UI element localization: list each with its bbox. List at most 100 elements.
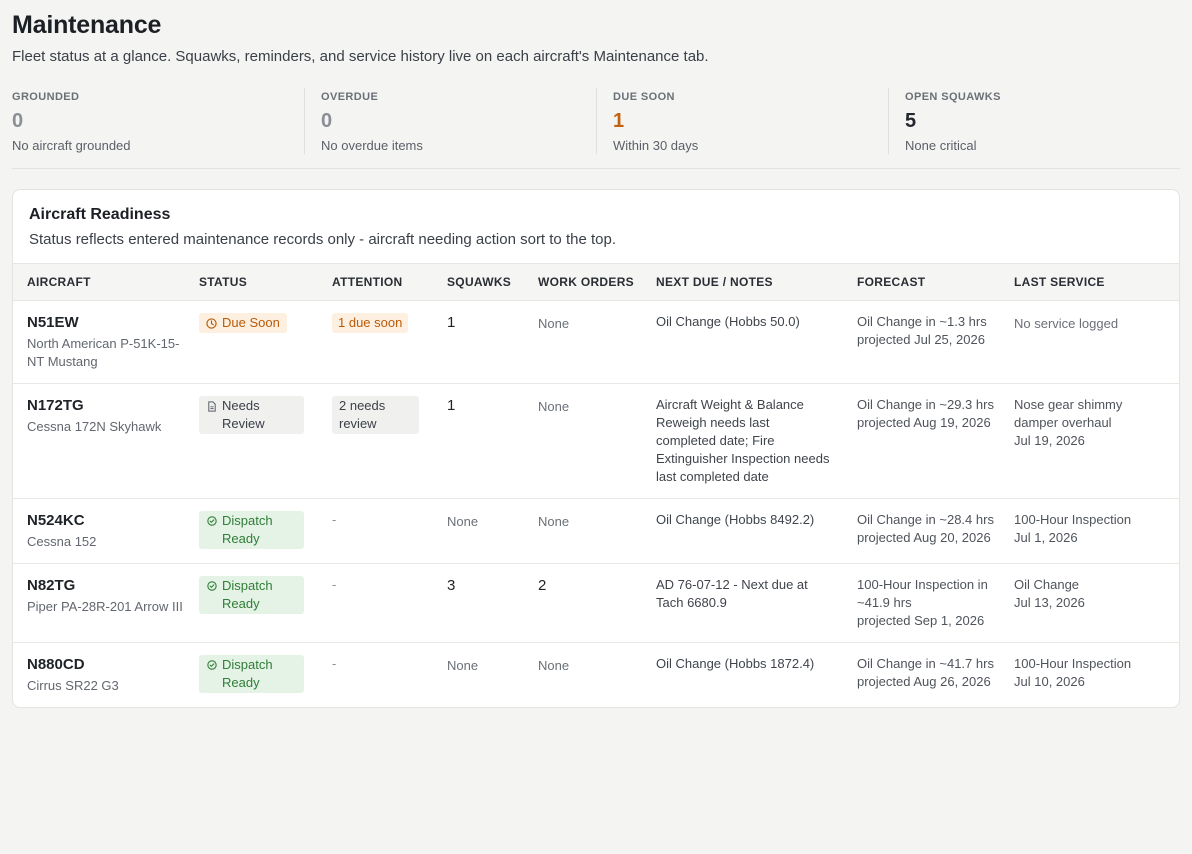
- stat-value: 1: [613, 110, 625, 132]
- work-order-value: None: [538, 399, 570, 414]
- squawk-count: 3: [447, 577, 456, 594]
- aircraft-cell: N51EW North American P-51K-15-NT Mustang: [13, 300, 199, 384]
- stat-caption: No aircraft grounded: [12, 138, 131, 153]
- check-circle-icon: [207, 581, 217, 591]
- last-service-date: Jul 10, 2026: [1014, 674, 1085, 689]
- aircraft-model: Cessna 172N Skyhawk: [27, 419, 162, 434]
- stat-value: 0: [321, 110, 333, 132]
- work-order-value: None: [538, 514, 570, 529]
- status-cell: Dispatch Ready: [199, 563, 332, 643]
- status-label: Needs Review: [222, 398, 265, 431]
- last-service-cell: Oil Change Jul 13, 2026: [1014, 563, 1179, 643]
- forecast-date: projected Aug 19, 2026: [857, 415, 991, 430]
- attention-empty: -: [332, 577, 337, 592]
- work-orders-cell: None: [538, 300, 656, 384]
- column-header-work-orders[interactable]: WORK ORDERS: [538, 263, 656, 301]
- stat-overdue: OVERDUE 0 No overdue items: [304, 88, 596, 154]
- table-row[interactable]: N524KC Cessna 152 Dispatch Ready - None …: [13, 498, 1179, 564]
- last-service-text: 100-Hour Inspection: [1014, 512, 1132, 527]
- aircraft-registration[interactable]: N880CD: [27, 655, 199, 675]
- readiness-table: AIRCRAFT STATUS ATTENTION SQUAWKS WORK O…: [13, 263, 1179, 708]
- status-badge: Dispatch Ready: [199, 511, 304, 549]
- squawk-count: 1: [447, 314, 456, 331]
- aircraft-model: Cessna 152: [27, 534, 97, 549]
- work-order-value: 2: [538, 577, 547, 594]
- page-subtitle: Fleet status at a glance. Squawks, remin…: [12, 48, 709, 65]
- work-orders-cell: 2: [538, 563, 656, 643]
- status-cell: Due Soon: [199, 300, 332, 384]
- squawk-count: None: [447, 658, 479, 673]
- aircraft-registration[interactable]: N82TG: [27, 576, 199, 596]
- forecast-cell: Oil Change in ~1.3 hrs projected Jul 25,…: [857, 300, 1014, 384]
- column-header-status[interactable]: STATUS: [199, 263, 332, 301]
- stat-caption: No overdue items: [321, 138, 423, 153]
- aircraft-registration[interactable]: N51EW: [27, 313, 199, 333]
- last-service-text: 100-Hour Inspection: [1014, 656, 1132, 671]
- forecast-cell: Oil Change in ~28.4 hrs projected Aug 20…: [857, 498, 1014, 564]
- stat-label: OVERDUE: [321, 91, 379, 103]
- last-service-cell: 100-Hour Inspection Jul 1, 2026: [1014, 498, 1179, 564]
- last-service-cell: Nose gear shimmy damper overhaul Jul 19,…: [1014, 383, 1179, 499]
- forecast-text: Oil Change in ~28.4 hrs: [857, 512, 994, 527]
- stat-label: OPEN SQUAWKS: [905, 91, 1001, 103]
- stat-due-soon: DUE SOON 1 Within 30 days: [596, 88, 888, 154]
- card-title: Aircraft Readiness: [29, 206, 171, 223]
- next-due-cell: Oil Change (Hobbs 50.0): [656, 300, 857, 384]
- status-label: Dispatch Ready: [222, 657, 273, 690]
- aircraft-registration[interactable]: N172TG: [27, 396, 199, 416]
- check-circle-icon: [207, 516, 217, 526]
- table-row[interactable]: N172TG Cessna 172N Skyhawk Needs Review …: [13, 383, 1179, 499]
- column-header-last-service[interactable]: LAST SERVICE: [1014, 263, 1179, 301]
- status-badge: Needs Review: [199, 396, 304, 434]
- column-header-attention[interactable]: ATTENTION: [332, 263, 447, 301]
- squawks-cell: 1: [447, 300, 538, 384]
- stat-value: 5: [905, 110, 917, 132]
- aircraft-registration[interactable]: N524KC: [27, 511, 199, 531]
- status-label: Dispatch Ready: [222, 513, 273, 546]
- card-subtitle: Status reflects entered maintenance reco…: [29, 231, 616, 248]
- work-orders-cell: None: [538, 498, 656, 564]
- attention-cell: 2 needs review: [332, 383, 447, 499]
- column-header-next-due[interactable]: NEXT DUE / NOTES: [656, 263, 857, 301]
- last-service-text: Oil Change: [1014, 577, 1080, 592]
- table-header-row: AIRCRAFT STATUS ATTENTION SQUAWKS WORK O…: [13, 263, 1179, 301]
- aircraft-model: Cirrus SR22 G3: [27, 678, 119, 693]
- next-due-cell: Aircraft Weight & Balance Reweigh needs …: [656, 383, 857, 499]
- aircraft-cell: N82TG Piper PA-28R-201 Arrow III: [13, 563, 199, 643]
- status-label: Dispatch Ready: [222, 578, 273, 611]
- table-row[interactable]: N82TG Piper PA-28R-201 Arrow III Dispatc…: [13, 563, 1179, 643]
- column-header-aircraft[interactable]: AIRCRAFT: [13, 263, 199, 301]
- forecast-cell: Oil Change in ~29.3 hrs projected Aug 19…: [857, 383, 1014, 499]
- forecast-date: projected Aug 20, 2026: [857, 530, 991, 545]
- card-header: Aircraft Readiness Status reflects enter…: [13, 190, 1179, 263]
- status-cell: Dispatch Ready: [199, 643, 332, 708]
- stat-label: GROUNDED: [12, 91, 80, 103]
- attention-cell: -: [332, 643, 447, 708]
- aircraft-model: Piper PA-28R-201 Arrow III: [27, 599, 183, 614]
- status-cell: Dispatch Ready: [199, 498, 332, 564]
- column-header-squawks[interactable]: SQUAWKS: [447, 263, 538, 301]
- aircraft-readiness-card: Aircraft Readiness Status reflects enter…: [12, 189, 1180, 708]
- stat-caption: Within 30 days: [613, 138, 699, 153]
- aircraft-model: North American P-51K-15-NT Mustang: [27, 336, 180, 369]
- status-cell: Needs Review: [199, 383, 332, 499]
- work-order-value: None: [538, 316, 570, 331]
- table-row[interactable]: N880CD Cirrus SR22 G3 Dispatch Ready - N…: [13, 643, 1179, 708]
- stats-summary: GROUNDED 0 No aircraft grounded OVERDUE …: [12, 88, 1180, 169]
- last-service-text: Nose gear shimmy damper overhaul: [1014, 397, 1123, 430]
- column-header-forecast[interactable]: FORECAST: [857, 263, 1014, 301]
- maintenance-page: Maintenance Fleet status at a glance. Sq…: [12, 10, 1180, 708]
- attention-empty: -: [332, 656, 337, 671]
- attention-cell: 1 due soon: [332, 300, 447, 384]
- last-service-date: Jul 13, 2026: [1014, 595, 1085, 610]
- forecast-text: Oil Change in ~29.3 hrs: [857, 397, 994, 412]
- aircraft-cell: N880CD Cirrus SR22 G3: [13, 643, 199, 708]
- squawks-cell: None: [447, 498, 538, 564]
- aircraft-cell: N172TG Cessna 172N Skyhawk: [13, 383, 199, 499]
- work-orders-cell: None: [538, 383, 656, 499]
- table-row[interactable]: N51EW North American P-51K-15-NT Mustang…: [13, 300, 1179, 384]
- status-label: Due Soon: [222, 315, 280, 330]
- attention-cell: -: [332, 563, 447, 643]
- attention-empty: -: [332, 512, 337, 527]
- stat-caption: None critical: [905, 138, 977, 153]
